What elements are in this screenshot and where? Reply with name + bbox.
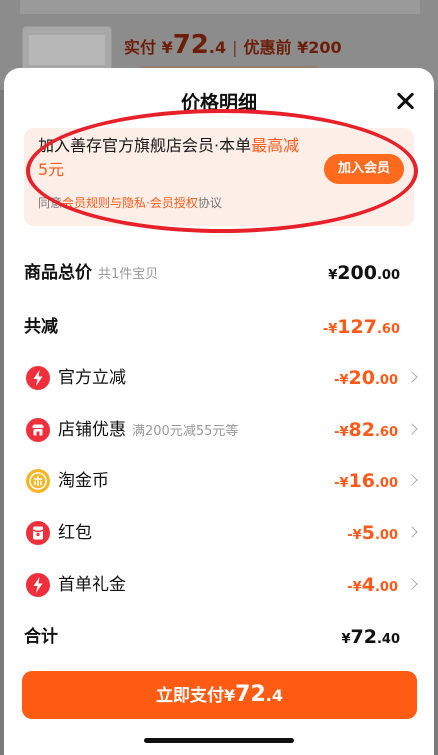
- pay-now-button[interactable]: 立即支付¥72.4: [22, 671, 417, 719]
- chevron-right-icon: [406, 371, 418, 383]
- row-label: 红包: [58, 523, 92, 543]
- row-note: 共1件宝贝: [98, 267, 159, 282]
- row-value: ¥200.00: [328, 262, 400, 284]
- row-value: -¥127.60: [322, 316, 400, 338]
- row-value: -¥4.00: [347, 574, 398, 596]
- member-agreement-text: 同意会员规则与隐私·会员授权协议: [38, 196, 222, 210]
- red-envelope-icon: [26, 521, 50, 545]
- lightning-icon: [26, 573, 50, 597]
- join-member-button[interactable]: 加入会员: [324, 154, 404, 184]
- row-first-order-gift[interactable]: 首单礼金 -¥4.00: [24, 570, 418, 600]
- chevron-right-icon: [406, 474, 418, 486]
- row-grand-total: 合计 ¥72.40: [24, 622, 416, 652]
- row-label: 官方立减: [58, 368, 126, 388]
- row-store-discount[interactable]: 店铺优惠 满200元减55元等 -¥82.60: [24, 415, 418, 445]
- chevron-right-icon: [406, 578, 418, 590]
- shop-icon: [26, 418, 50, 442]
- row-label: 合计: [24, 627, 58, 647]
- row-value: ¥72.40: [341, 626, 400, 648]
- row-label: 店铺优惠: [58, 420, 126, 440]
- chevron-right-icon: [406, 423, 418, 435]
- member-banner: 加入善存官方旗舰店会员·本单最高减5元 同意会员规则与隐私·会员授权协议 加入会…: [24, 128, 414, 226]
- row-taojinbi[interactable]: 淘金币 -¥16.00: [24, 466, 418, 496]
- row-label: 首单礼金: [58, 575, 126, 595]
- background-price: 实付 ¥72.4 | 优惠前 ¥200: [124, 30, 342, 60]
- chevron-right-icon: [406, 526, 418, 538]
- home-indicator: [144, 738, 294, 743]
- member-banner-text: 加入善存官方旗舰店会员·本单最高减5元: [38, 136, 300, 179]
- row-value: -¥5.00: [347, 522, 398, 544]
- price-detail-sheet: 价格明细 加入善存官方旗舰店会员·本单最高减5元 同意会员规则与隐私·会员授权协…: [4, 68, 434, 755]
- row-red-packet[interactable]: 红包 -¥5.00: [24, 518, 418, 548]
- sheet-title: 价格明细: [180, 92, 257, 114]
- background-header-strip: [20, 0, 420, 14]
- row-label: 淘金币: [58, 471, 109, 491]
- row-value: -¥16.00: [334, 470, 398, 492]
- coin-icon: [26, 469, 50, 493]
- pay-button-label: 立即支付: [156, 686, 224, 706]
- row-note: 满200元减55元等: [132, 424, 239, 439]
- row-value: -¥82.60: [334, 419, 398, 441]
- close-icon[interactable]: [394, 90, 416, 112]
- row-item-total: 商品总价 共1件宝贝 ¥200.00: [24, 258, 416, 288]
- row-label: 商品总价: [24, 263, 92, 283]
- member-rules-link[interactable]: 会员规则与隐私·会员授权: [62, 196, 198, 210]
- lightning-icon: [26, 366, 50, 390]
- row-value: -¥20.00: [334, 367, 398, 389]
- row-discount-total: 共减 -¥127.60: [24, 312, 416, 342]
- row-label: 共减: [24, 317, 58, 337]
- row-official-discount[interactable]: 官方立减 -¥20.00: [24, 363, 418, 393]
